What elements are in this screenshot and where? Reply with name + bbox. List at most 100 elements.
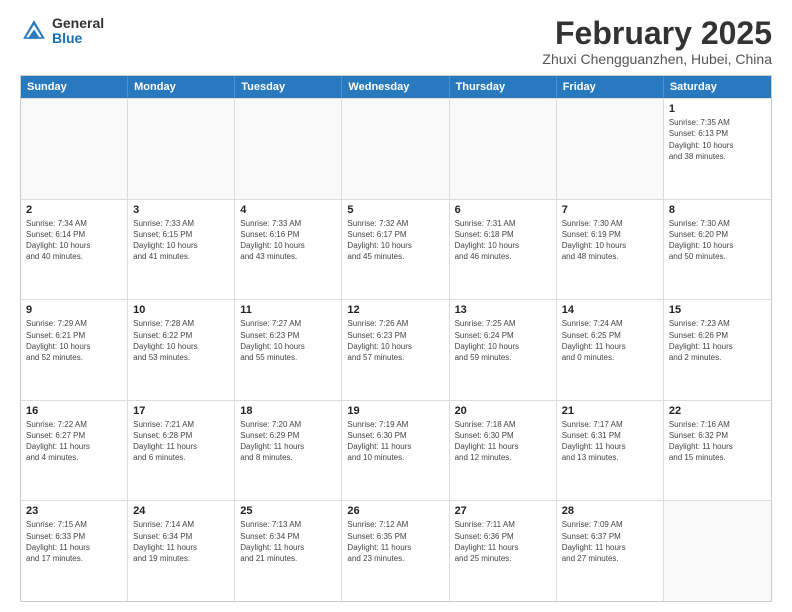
calendar-header: SundayMondayTuesdayWednesdayThursdayFrid… (21, 76, 771, 98)
day-number: 22 (669, 405, 766, 417)
day-info: Sunrise: 7:11 AM Sunset: 6:36 PM Dayligh… (455, 519, 551, 564)
day-number: 21 (562, 405, 658, 417)
day-number: 8 (669, 204, 766, 216)
calendar-row-3: 16 Sunrise: 7:22 AM Sunset: 6:27 PM Dayli… (21, 400, 771, 501)
day-info: Sunrise: 7:23 AM Sunset: 6:26 PM Dayligh… (669, 318, 766, 363)
calendar-cell: 24 Sunrise: 7:14 AM Sunset: 6:34 PM Dayli… (128, 501, 235, 601)
calendar-row-2: 9 Sunrise: 7:29 AM Sunset: 6:21 PM Daylig… (21, 299, 771, 400)
header-day-tuesday: Tuesday (235, 76, 342, 98)
day-number: 13 (455, 304, 551, 316)
day-number: 9 (26, 304, 122, 316)
calendar-cell: 8Sunrise: 7:30 AM Sunset: 6:20 PM Daylig… (664, 200, 771, 300)
day-number: 7 (562, 204, 658, 216)
day-info: Sunrise: 7:29 AM Sunset: 6:21 PM Dayligh… (26, 318, 122, 363)
logo-icon (20, 17, 48, 45)
day-number: 20 (455, 405, 551, 417)
day-info: Sunrise: 7:34 AM Sunset: 6:14 PM Dayligh… (26, 218, 122, 263)
day-info: Sunrise: 7:13 AM Sunset: 6:34 PM Dayligh… (240, 519, 336, 564)
day-info: Sunrise: 7:27 AM Sunset: 6:23 PM Dayligh… (240, 318, 336, 363)
calendar-cell: 15 Sunrise: 7:23 AM Sunset: 6:26 PM Dayli… (664, 300, 771, 400)
day-info: Sunrise: 7:14 AM Sunset: 6:34 PM Dayligh… (133, 519, 229, 564)
day-info: Sunrise: 7:35 AM Sunset: 6:13 PM Dayligh… (669, 117, 766, 162)
day-number: 24 (133, 505, 229, 517)
day-number: 25 (240, 505, 336, 517)
header-day-thursday: Thursday (450, 76, 557, 98)
logo-general: General (52, 16, 104, 31)
calendar-cell (128, 99, 235, 199)
calendar-cell: 2 Sunrise: 7:34 AM Sunset: 6:14 PM Daylig… (21, 200, 128, 300)
calendar-cell: 18 Sunrise: 7:20 AM Sunset: 6:29 PM Dayli… (235, 401, 342, 501)
day-number: 27 (455, 505, 551, 517)
day-info: Sunrise: 7:28 AM Sunset: 6:22 PM Dayligh… (133, 318, 229, 363)
day-info: Sunrise: 7:26 AM Sunset: 6:23 PM Dayligh… (347, 318, 443, 363)
day-info: Sunrise: 7:31 AM Sunset: 6:18 PM Dayligh… (455, 218, 551, 263)
calendar-row-1: 2 Sunrise: 7:34 AM Sunset: 6:14 PM Daylig… (21, 199, 771, 300)
day-info: Sunrise: 7:24 AM Sunset: 6:25 PM Dayligh… (562, 318, 658, 363)
calendar-body: 1 Sunrise: 7:35 AM Sunset: 6:13 PM Daylig… (21, 98, 771, 601)
day-number: 1 (669, 103, 766, 115)
calendar-cell: 7 Sunrise: 7:30 AM Sunset: 6:19 PM Daylig… (557, 200, 664, 300)
calendar-cell: 26 Sunrise: 7:12 AM Sunset: 6:35 PM Dayli… (342, 501, 449, 601)
day-number: 15 (669, 304, 766, 316)
header-day-friday: Friday (557, 76, 664, 98)
day-number: 11 (240, 304, 336, 316)
day-info: Sunrise: 7:18 AM Sunset: 6:30 PM Dayligh… (455, 419, 551, 464)
calendar-cell (21, 99, 128, 199)
calendar-cell: 5 Sunrise: 7:32 AM Sunset: 6:17 PM Daylig… (342, 200, 449, 300)
day-number: 2 (26, 204, 122, 216)
calendar-cell: 19 Sunrise: 7:19 AM Sunset: 6:30 PM Dayli… (342, 401, 449, 501)
calendar-cell: 1 Sunrise: 7:35 AM Sunset: 6:13 PM Daylig… (664, 99, 771, 199)
day-number: 10 (133, 304, 229, 316)
day-info: Sunrise: 7:19 AM Sunset: 6:30 PM Dayligh… (347, 419, 443, 464)
calendar-cell: 28 Sunrise: 7:09 AM Sunset: 6:37 PM Dayli… (557, 501, 664, 601)
day-info: Sunrise: 7:12 AM Sunset: 6:35 PM Dayligh… (347, 519, 443, 564)
day-info: Sunrise: 7:33 AM Sunset: 6:15 PM Dayligh… (133, 218, 229, 263)
day-number: 4 (240, 204, 336, 216)
calendar-cell: 3 Sunrise: 7:33 AM Sunset: 6:15 PM Daylig… (128, 200, 235, 300)
day-number: 26 (347, 505, 443, 517)
calendar-cell (450, 99, 557, 199)
calendar-cell (664, 501, 771, 601)
calendar-cell: 4Sunrise: 7:33 AM Sunset: 6:16 PM Daylig… (235, 200, 342, 300)
calendar-cell: 11 Sunrise: 7:27 AM Sunset: 6:23 PM Dayli… (235, 300, 342, 400)
header-day-saturday: Saturday (664, 76, 771, 98)
calendar-cell: 13 Sunrise: 7:25 AM Sunset: 6:24 PM Dayli… (450, 300, 557, 400)
logo: General Blue (20, 16, 104, 47)
day-number: 16 (26, 405, 122, 417)
calendar-cell: 16 Sunrise: 7:22 AM Sunset: 6:27 PM Dayli… (21, 401, 128, 501)
calendar-row-0: 1 Sunrise: 7:35 AM Sunset: 6:13 PM Daylig… (21, 98, 771, 199)
calendar-cell: 23Sunrise: 7:15 AM Sunset: 6:33 PM Dayli… (21, 501, 128, 601)
day-number: 5 (347, 204, 443, 216)
month-title: February 2025 (542, 16, 772, 51)
day-info: Sunrise: 7:25 AM Sunset: 6:24 PM Dayligh… (455, 318, 551, 363)
calendar-cell: 6 Sunrise: 7:31 AM Sunset: 6:18 PM Daylig… (450, 200, 557, 300)
day-info: Sunrise: 7:22 AM Sunset: 6:27 PM Dayligh… (26, 419, 122, 464)
location-subtitle: Zhuxi Chengguanzhen, Hubei, China (542, 51, 772, 67)
day-number: 28 (562, 505, 658, 517)
calendar-cell: 27 Sunrise: 7:11 AM Sunset: 6:36 PM Dayli… (450, 501, 557, 601)
day-number: 12 (347, 304, 443, 316)
logo-text: General Blue (52, 16, 104, 47)
logo-blue: Blue (52, 31, 104, 46)
day-number: 14 (562, 304, 658, 316)
day-info: Sunrise: 7:32 AM Sunset: 6:17 PM Dayligh… (347, 218, 443, 263)
day-info: Sunrise: 7:20 AM Sunset: 6:29 PM Dayligh… (240, 419, 336, 464)
day-number: 6 (455, 204, 551, 216)
day-number: 3 (133, 204, 229, 216)
header: General Blue February 2025 Zhuxi Chenggu… (20, 16, 772, 67)
header-day-monday: Monday (128, 76, 235, 98)
calendar-cell: 21Sunrise: 7:17 AM Sunset: 6:31 PM Dayli… (557, 401, 664, 501)
day-info: Sunrise: 7:16 AM Sunset: 6:32 PM Dayligh… (669, 419, 766, 464)
day-info: Sunrise: 7:21 AM Sunset: 6:28 PM Dayligh… (133, 419, 229, 464)
day-number: 19 (347, 405, 443, 417)
calendar-cell: 17 Sunrise: 7:21 AM Sunset: 6:28 PM Dayli… (128, 401, 235, 501)
day-number: 17 (133, 405, 229, 417)
day-info: Sunrise: 7:30 AM Sunset: 6:19 PM Dayligh… (562, 218, 658, 263)
calendar-cell: 14 Sunrise: 7:24 AM Sunset: 6:25 PM Dayli… (557, 300, 664, 400)
day-number: 18 (240, 405, 336, 417)
calendar-cell (557, 99, 664, 199)
calendar-cell: 20 Sunrise: 7:18 AM Sunset: 6:30 PM Dayli… (450, 401, 557, 501)
day-info: Sunrise: 7:15 AM Sunset: 6:33 PM Dayligh… (26, 519, 122, 564)
day-info: Sunrise: 7:09 AM Sunset: 6:37 PM Dayligh… (562, 519, 658, 564)
calendar-cell: 25 Sunrise: 7:13 AM Sunset: 6:34 PM Dayli… (235, 501, 342, 601)
